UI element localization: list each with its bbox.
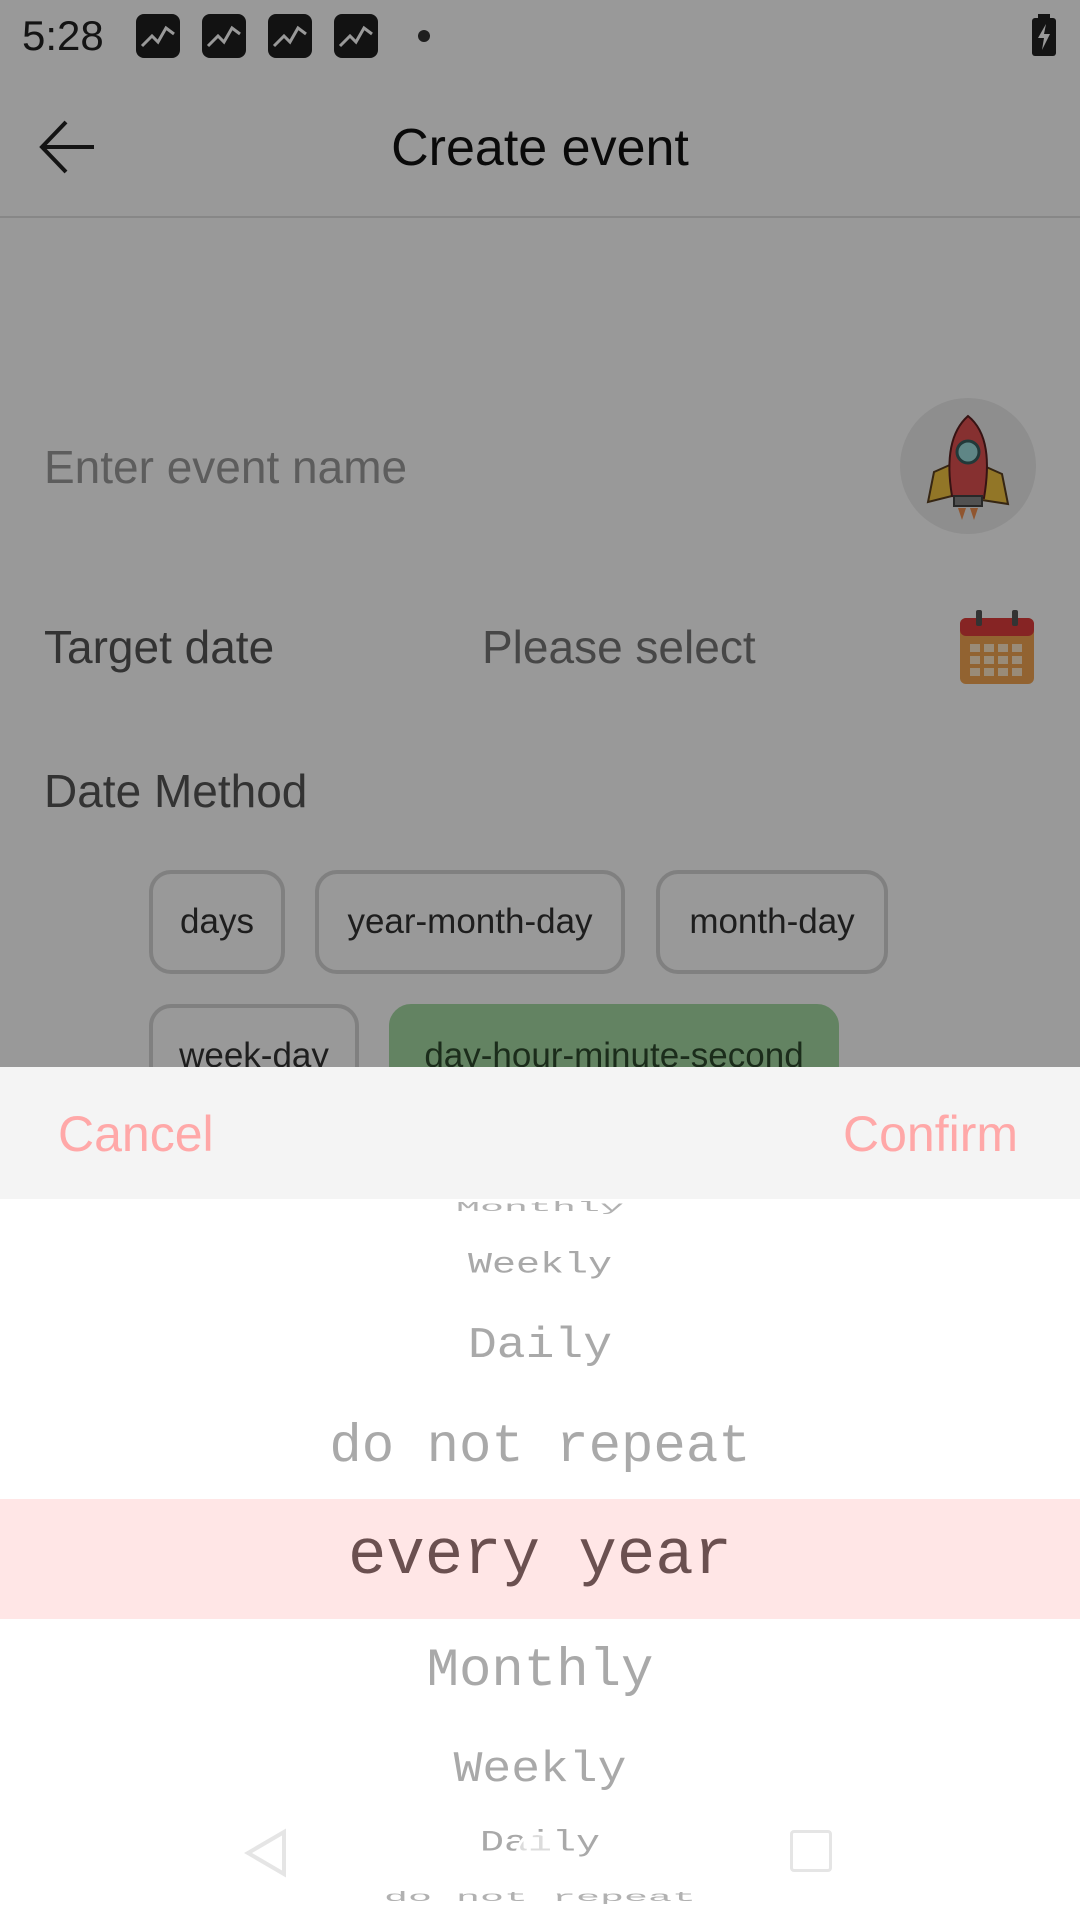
picker-item[interactable]: do not repeat bbox=[0, 1417, 1080, 1478]
repeat-picker-sheet: Cancel Confirm Monthly Weekly Daily do n… bbox=[0, 1067, 1080, 1920]
modal-scrim[interactable] bbox=[0, 0, 1080, 1067]
picker-item[interactable]: Monthly bbox=[0, 1200, 1080, 1216]
picker-item-selected[interactable]: every year bbox=[0, 1521, 1080, 1593]
picker-item[interactable]: Daily bbox=[0, 1322, 1080, 1371]
picker-item[interactable]: Weekly bbox=[0, 1746, 1080, 1795]
picker-item[interactable]: Weekly bbox=[0, 1249, 1080, 1283]
repeat-wheel-picker[interactable]: Monthly Weekly Daily do not repeat every… bbox=[0, 1199, 1080, 1920]
picker-item[interactable]: do not repeat bbox=[0, 1890, 1080, 1906]
confirm-button[interactable]: Confirm bbox=[843, 1105, 1018, 1163]
picker-item[interactable]: Monthly bbox=[0, 1641, 1080, 1702]
picker-header: Cancel Confirm bbox=[0, 1067, 1080, 1199]
nav-back-icon[interactable] bbox=[244, 1828, 288, 1878]
nav-recents-icon[interactable] bbox=[790, 1830, 832, 1872]
nav-home-icon[interactable] bbox=[516, 1832, 558, 1874]
cancel-button[interactable]: Cancel bbox=[58, 1105, 214, 1163]
